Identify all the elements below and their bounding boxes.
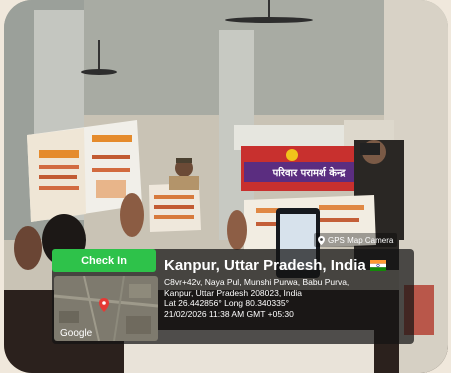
map-thumbnail: Google	[54, 276, 158, 341]
location-title-row: Kanpur, Uttar Pradesh, India	[164, 257, 386, 274]
location-overlay: Check In Google Kanpur, Uttar Pradesh, I…	[52, 249, 414, 344]
sign-board-text: परिवार परामर्श केन्द्र	[272, 166, 346, 179]
coordinates-line: Lat 26.442856° Long 80.340335°	[164, 298, 289, 308]
address-line: Kanpur, Uttar Pradesh 208023, India	[164, 287, 302, 298]
india-flag-icon	[369, 260, 386, 271]
address-block: C8vr+42v, Naya Pul, Munshi Purwa, Babu P…	[164, 277, 409, 319]
address-line: C8vr+42v, Naya Pul, Munshi Purwa, Babu P…	[164, 277, 350, 287]
photo-frame: परिवार परामर्श केन्द्र GPS Map Camera Ch…	[4, 0, 448, 373]
check-in-button[interactable]: Check In	[52, 249, 156, 272]
gps-map-camera-badge: GPS Map Camera	[314, 233, 398, 247]
location-title: Kanpur, Uttar Pradesh, India	[164, 257, 366, 274]
map-google-label: Google	[60, 328, 93, 339]
timestamp-line: 21/02/2026 11:38 AM GMT +05:30	[164, 308, 294, 319]
gps-badge-label: GPS Map Camera	[328, 235, 394, 245]
map-pin-icon	[318, 235, 325, 245]
